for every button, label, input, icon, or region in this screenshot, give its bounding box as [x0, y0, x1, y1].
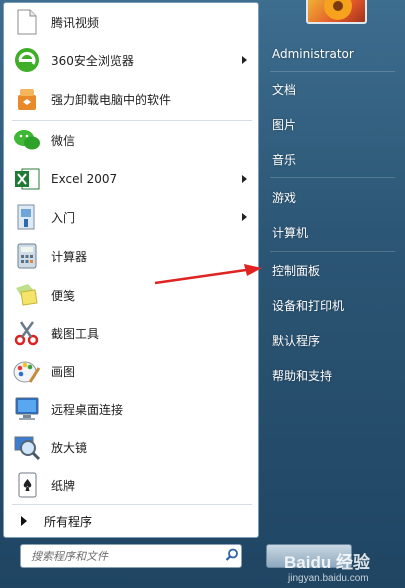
right-link-help-support[interactable]: 帮助和支持 [264, 361, 402, 389]
right-link-label: 设备和打印机 [272, 298, 345, 313]
right-link-computer[interactable]: 计算机 [264, 218, 402, 246]
submenu-arrow-icon[interactable] [242, 175, 247, 183]
360-browser-icon [12, 45, 42, 75]
right-link-label: Administrator [272, 47, 354, 61]
separator [12, 504, 252, 505]
right-link-label: 音乐 [272, 152, 297, 167]
sticky-notes-icon [12, 280, 42, 310]
getting-started-icon [12, 202, 42, 232]
shutdown-button[interactable] [266, 544, 352, 568]
right-link-pictures[interactable]: 图片 [264, 110, 402, 138]
program-label: 纸牌 [51, 478, 76, 493]
program-item-remote-desktop[interactable]: 远程桌面连接 [9, 392, 255, 426]
right-link-default-programs[interactable]: 默认程序 [264, 326, 402, 354]
wechat-icon [12, 125, 42, 155]
program-item-tencent-video[interactable]: 腾讯视频 [9, 5, 255, 39]
program-item-uninstaller[interactable]: 强力卸载电脑中的软件 [9, 82, 255, 116]
program-label: 入门 [51, 210, 76, 225]
program-label: 画图 [51, 364, 76, 379]
right-link-label: 图片 [272, 117, 297, 132]
right-link-label: 游戏 [272, 190, 297, 205]
program-item-calculator[interactable]: 计算器 [9, 239, 255, 273]
uninstaller-icon [12, 84, 42, 114]
right-link-games[interactable]: 游戏 [264, 183, 402, 211]
program-label: 远程桌面连接 [51, 402, 124, 417]
right-link-music[interactable]: 音乐 [264, 145, 402, 173]
search-icon[interactable] [225, 548, 239, 565]
separator [270, 251, 395, 252]
program-item-getting-started[interactable]: 入门 [9, 200, 255, 234]
program-item-360-browser[interactable]: 360安全浏览器 [9, 43, 255, 77]
remote-desktop-icon [12, 394, 42, 424]
right-link-control-panel[interactable]: 控制面板 [264, 256, 402, 284]
program-item-solitaire[interactable]: 纸牌 [9, 468, 255, 502]
right-link-label: 计算机 [272, 225, 309, 240]
right-link-documents[interactable]: 文档 [264, 75, 402, 103]
right-link-label: 文档 [272, 82, 297, 97]
separator [12, 120, 252, 121]
tencent-video-icon [12, 7, 42, 37]
separator [270, 71, 395, 72]
all-programs-label: 所有程序 [44, 514, 93, 529]
calculator-icon [12, 241, 42, 271]
program-item-sticky-notes[interactable]: 便笺 [9, 278, 255, 312]
expand-arrow-icon [21, 516, 27, 526]
all-programs-button[interactable]: 所有程序 [9, 508, 255, 534]
search-box[interactable] [20, 544, 242, 568]
right-link-administrator[interactable]: Administrator [264, 40, 402, 68]
program-label: 放大镜 [51, 440, 88, 455]
program-item-snipping-tool[interactable]: 截图工具 [9, 316, 255, 350]
watermark-url: jingyan.baidu.com [288, 573, 369, 584]
program-label: 计算器 [51, 249, 88, 264]
program-label: 便笺 [51, 288, 76, 303]
program-label: 360安全浏览器 [51, 53, 134, 68]
flower-picture-icon [324, 0, 352, 20]
right-link-devices-printers[interactable]: 设备和打印机 [264, 291, 402, 319]
magnifier-icon [12, 432, 42, 462]
program-item-wechat[interactable]: 微信 [9, 123, 255, 157]
pinned-programs-panel: 腾讯视频 360安全浏览器 强力卸载电脑中的软件 微信 Excel 2007 入… [3, 2, 259, 538]
solitaire-icon [12, 470, 42, 500]
submenu-arrow-icon[interactable] [242, 56, 247, 64]
program-label: 微信 [51, 133, 76, 148]
start-menu: 腾讯视频 360安全浏览器 强力卸载电脑中的软件 微信 Excel 2007 入… [0, 0, 405, 588]
program-item-paint[interactable]: 画图 [9, 354, 255, 388]
excel-icon [12, 164, 42, 194]
program-label: 腾讯视频 [51, 15, 100, 30]
program-label: 截图工具 [51, 326, 100, 341]
paint-icon [12, 356, 42, 386]
program-item-magnifier[interactable]: 放大镜 [9, 430, 255, 464]
right-link-label: 控制面板 [272, 263, 321, 278]
program-item-excel[interactable]: Excel 2007 [9, 162, 255, 196]
user-avatar[interactable] [306, 0, 367, 24]
right-link-label: 默认程序 [272, 333, 321, 348]
search-input[interactable] [29, 548, 223, 564]
submenu-arrow-icon[interactable] [242, 213, 247, 221]
separator [270, 177, 395, 178]
snipping-tool-icon [12, 318, 42, 348]
right-link-label: 帮助和支持 [272, 368, 333, 383]
program-label: 强力卸载电脑中的软件 [51, 92, 172, 107]
program-label: Excel 2007 [51, 172, 118, 186]
